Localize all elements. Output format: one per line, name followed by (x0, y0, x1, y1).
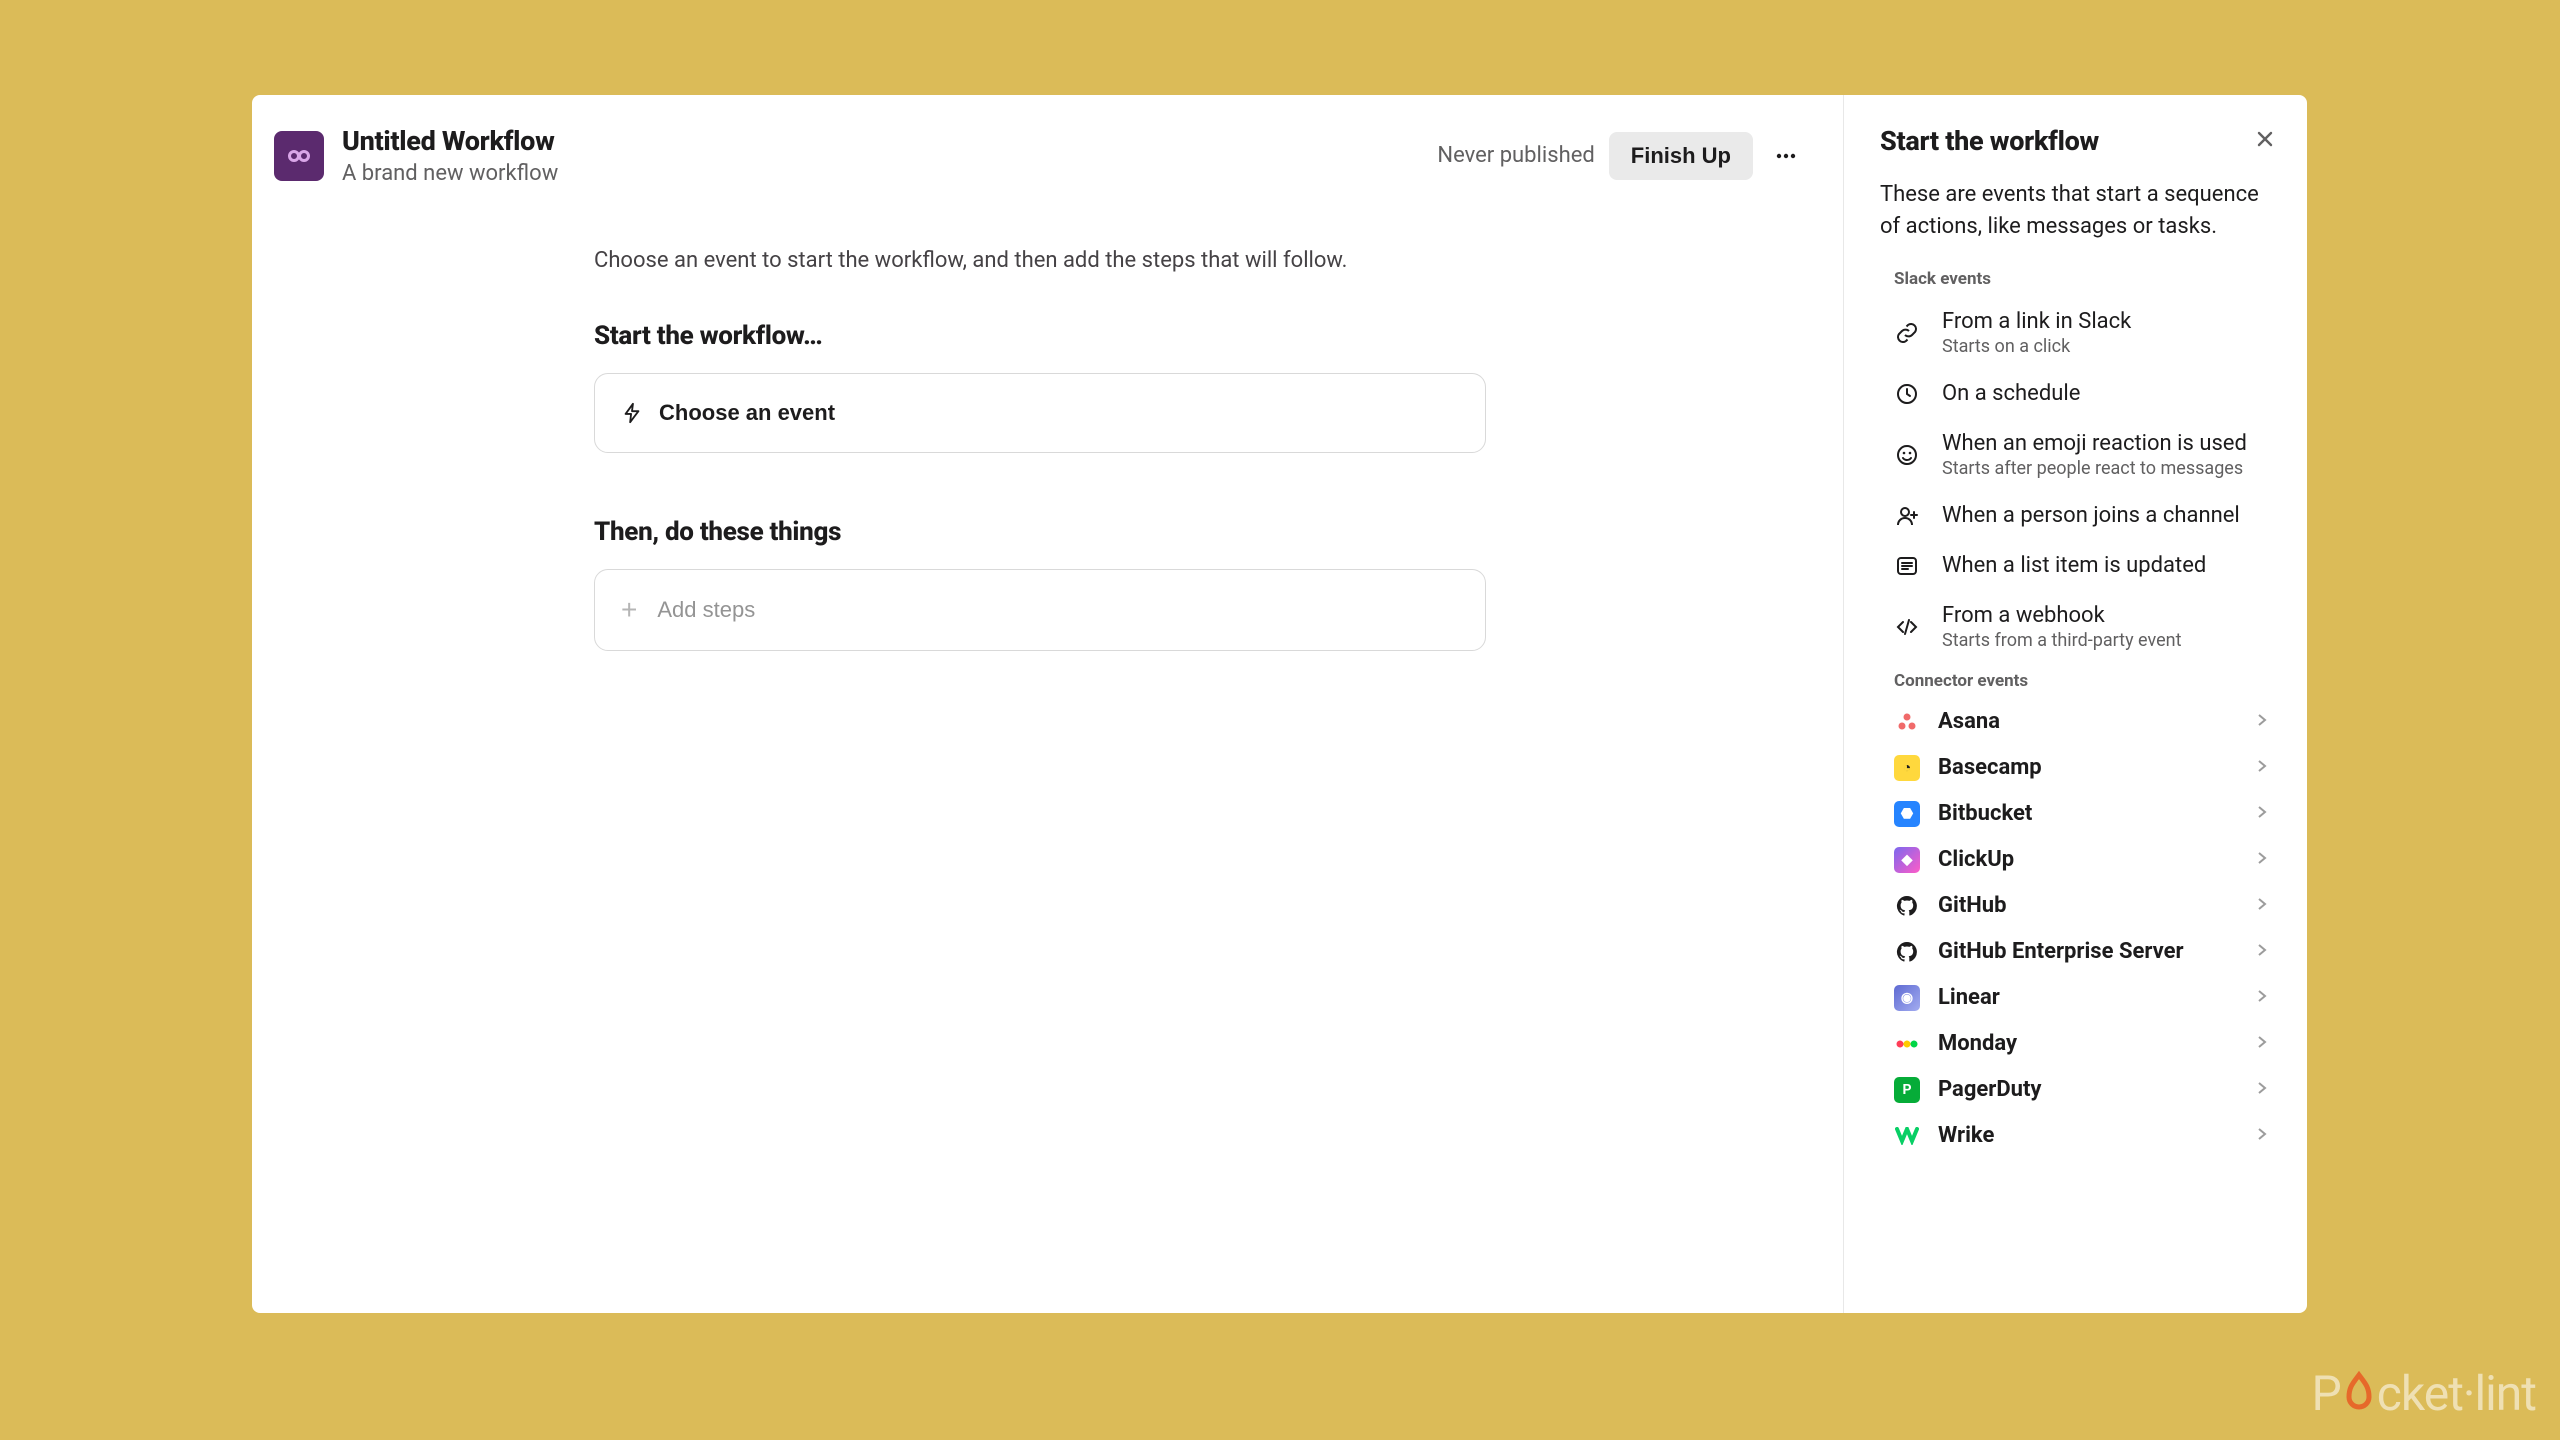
lightning-icon (621, 402, 643, 424)
connector-label: Basecamp (1938, 755, 2237, 780)
side-title: Start the workflow (1880, 125, 2099, 157)
connector-label: Asana (1938, 709, 2237, 734)
event-schedule[interactable]: On a schedule (1880, 369, 2279, 419)
title-block: Untitled Workflow A brand new workflow (342, 125, 1437, 186)
chevron-right-icon (2255, 1080, 2269, 1099)
connector-label: Monday (1938, 1031, 2237, 1056)
main-area: Untitled Workflow A brand new workflow N… (252, 95, 1844, 1313)
connector-label: ClickUp (1938, 847, 2237, 872)
connector-wrike[interactable]: Wrike (1880, 1113, 2279, 1159)
more-actions-button[interactable] (1767, 139, 1805, 173)
workflow-subtitle: A brand new workflow (342, 161, 1437, 186)
side-description: These are events that start a sequence o… (1880, 179, 2279, 243)
workflow-builder-window: Untitled Workflow A brand new workflow N… (252, 95, 2307, 1313)
list-icon (1894, 553, 1920, 579)
event-person-joins[interactable]: When a person joins a channel (1880, 491, 2279, 541)
chevron-right-icon (2255, 942, 2269, 961)
pagerduty-icon: P (1894, 1077, 1920, 1103)
chevron-right-icon (2255, 988, 2269, 1007)
event-from-link[interactable]: From a link in Slack Starts on a click (1880, 297, 2279, 369)
asana-icon (1894, 709, 1920, 735)
connector-clickup[interactable]: ◆ ClickUp (1880, 837, 2279, 883)
connector-linear[interactable]: ◉ Linear (1880, 975, 2279, 1021)
person-plus-icon (1894, 503, 1920, 529)
wrike-icon (1894, 1123, 1920, 1149)
chevron-right-icon (2255, 1034, 2269, 1053)
code-icon (1894, 614, 1920, 640)
ellipsis-icon (1775, 145, 1797, 167)
choose-event-button[interactable]: Choose an event (594, 373, 1486, 453)
connector-pagerduty[interactable]: P PagerDuty (1880, 1067, 2279, 1113)
chevron-right-icon (2255, 896, 2269, 915)
basecamp-icon: ◔ (1894, 755, 1920, 781)
then-heading: Then, do these things (594, 517, 1843, 547)
connector-basecamp[interactable]: ◔ Basecamp (1880, 745, 2279, 791)
add-steps-label: Add steps (657, 597, 755, 623)
header-actions: Never published Finish Up (1437, 132, 1805, 180)
monday-icon (1894, 1031, 1920, 1057)
linear-icon: ◉ (1894, 985, 1920, 1011)
watermark: Pcket·lint (2311, 1365, 2536, 1422)
connector-monday[interactable]: Monday (1880, 1021, 2279, 1067)
chevron-right-icon (2255, 712, 2269, 731)
connector-label: Wrike (1938, 1123, 2237, 1148)
connector-label: Bitbucket (1938, 801, 2237, 826)
intro-text: Choose an event to start the workflow, a… (594, 248, 1843, 273)
connector-label: PagerDuty (1938, 1077, 2237, 1102)
header: Untitled Workflow A brand new workflow N… (252, 95, 1843, 186)
github-icon (1894, 939, 1920, 965)
event-title: From a link in Slack (1942, 309, 2269, 334)
watermark-flame-icon (2339, 1371, 2379, 1417)
event-webhook[interactable]: From a webhook Starts from a third-party… (1880, 591, 2279, 663)
bitbucket-icon: ⬣ (1894, 801, 1920, 827)
content: Choose an event to start the workflow, a… (252, 186, 1843, 651)
connector-github-enterprise[interactable]: GitHub Enterprise Server (1880, 929, 2279, 975)
github-icon (1894, 893, 1920, 919)
close-panel-button[interactable] (2251, 125, 2279, 156)
chevron-right-icon (2255, 850, 2269, 869)
connector-label: GitHub (1938, 893, 2237, 918)
workflow-title: Untitled Workflow (342, 125, 1437, 157)
event-emoji-reaction[interactable]: When an emoji reaction is used Starts af… (1880, 419, 2279, 491)
slack-events-label: Slack events (1894, 269, 2279, 289)
event-list-updated[interactable]: When a list item is updated (1880, 541, 2279, 591)
workflow-avatar-icon (274, 131, 324, 181)
link-icon (1894, 320, 1920, 346)
chevron-right-icon (2255, 758, 2269, 777)
start-heading: Start the workflow… (594, 321, 1843, 351)
event-sub: Starts on a click (1942, 336, 2269, 357)
clock-icon (1894, 381, 1920, 407)
event-title: When an emoji reaction is used (1942, 431, 2269, 456)
connector-events-label: Connector events (1894, 671, 2279, 691)
event-sub: Starts after people react to messages (1942, 458, 2269, 479)
connector-label: Linear (1938, 985, 2237, 1010)
add-steps-button[interactable]: + Add steps (594, 569, 1486, 651)
choose-event-label: Choose an event (659, 400, 835, 426)
close-icon (2255, 129, 2275, 149)
side-header: Start the workflow (1880, 125, 2279, 157)
connector-github[interactable]: GitHub (1880, 883, 2279, 929)
publish-status: Never published (1437, 143, 1594, 168)
connector-asana[interactable]: Asana (1880, 699, 2279, 745)
emoji-icon (1894, 442, 1920, 468)
connector-bitbucket[interactable]: ⬣ Bitbucket (1880, 791, 2279, 837)
event-title: On a schedule (1942, 381, 2269, 406)
connector-label: GitHub Enterprise Server (1938, 939, 2237, 964)
clickup-icon: ◆ (1894, 847, 1920, 873)
chevron-right-icon (2255, 1126, 2269, 1145)
event-title: When a person joins a channel (1942, 503, 2269, 528)
side-panel: Start the workflow These are events that… (1844, 95, 2307, 1313)
chevron-right-icon (2255, 804, 2269, 823)
event-sub: Starts from a third-party event (1942, 630, 2269, 651)
plus-icon: + (621, 596, 637, 624)
event-title: When a list item is updated (1942, 553, 2269, 578)
finish-up-button[interactable]: Finish Up (1609, 132, 1753, 180)
event-title: From a webhook (1942, 603, 2269, 628)
